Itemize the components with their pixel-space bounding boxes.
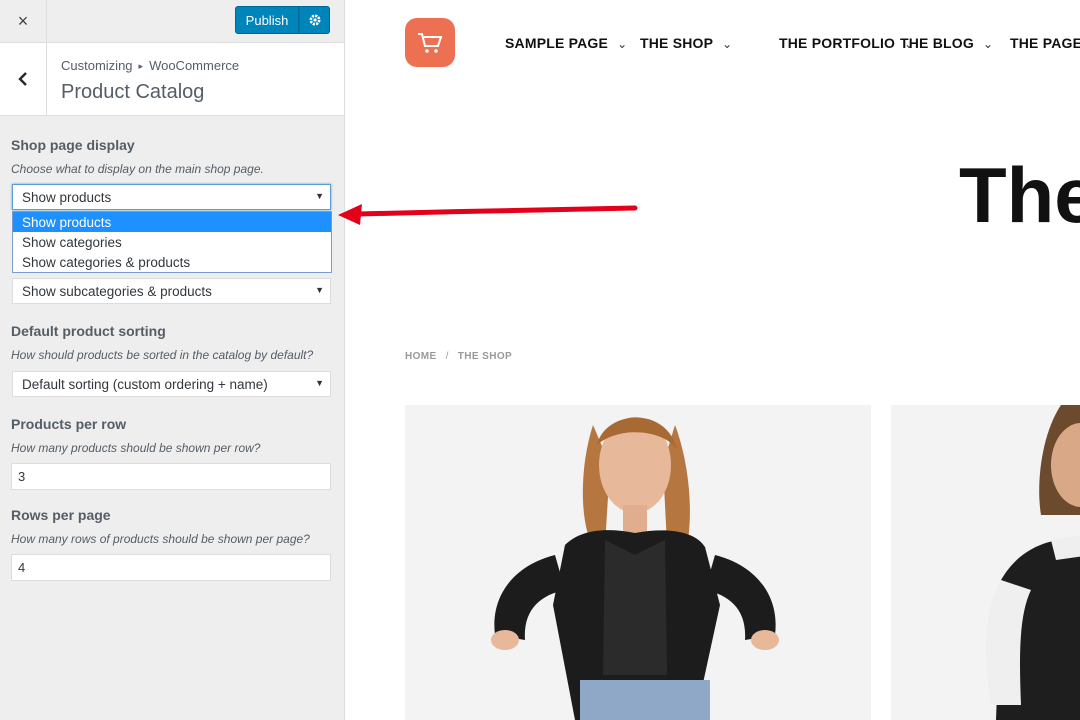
customizer-header: × Publish (0, 0, 344, 43)
nav-label: SAMPLE PAGE (505, 35, 609, 51)
product-photo (491, 417, 779, 720)
customizer-sidebar: × Publish Customizing ▸ WooCommerce Produc… (0, 0, 345, 720)
nav-the-portfolio[interactable]: THE PORTFOLIO ⌄ (779, 35, 914, 51)
breadcrumb-home[interactable]: HOME (405, 351, 437, 362)
close-icon[interactable]: × (0, 0, 47, 42)
breadcrumb-customizing: Customizing (61, 58, 133, 73)
sorting-title: Default product sorting (11, 323, 166, 339)
breadcrumb-separator-icon: ▸ (138, 61, 144, 71)
category-display-select[interactable]: Show subcategories & products ▼ (12, 278, 331, 304)
rows-per-page-description: How many rows of products should be show… (11, 532, 310, 546)
nav-label: THE PORTFOLIO (779, 35, 896, 51)
rows-per-page-input[interactable]: 4 (11, 554, 331, 581)
shop-display-value: Show products (22, 189, 112, 205)
nav-sample-page[interactable]: SAMPLE PAGE ⌄ (505, 35, 627, 51)
nav-label: THE PAGE B (1010, 35, 1080, 51)
breadcrumb: Customizing ▸ WooCommerce (61, 58, 239, 73)
sorting-value: Default sorting (custom ordering + name) (22, 376, 268, 392)
cart-icon[interactable] (405, 18, 455, 67)
chevron-down-icon: ⌄ (617, 37, 628, 51)
nav-label: THE SHOP (640, 35, 714, 51)
option-show-categories-products[interactable]: Show categories & products (13, 252, 331, 272)
nav-the-page[interactable]: THE PAGE B (1010, 35, 1080, 51)
back-arrow-icon[interactable] (0, 43, 47, 115)
per-row-description: How many products should be shown per ro… (11, 441, 261, 455)
option-show-products[interactable]: Show products (13, 212, 331, 232)
product-card[interactable] (405, 405, 871, 720)
option-show-categories[interactable]: Show categories (13, 232, 331, 252)
sorting-description: How should products be sorted in the cat… (11, 348, 314, 362)
gear-icon[interactable] (299, 6, 330, 34)
rows-per-page-title: Rows per page (11, 507, 111, 523)
nav-the-shop[interactable]: THE SHOP ⌄ (640, 35, 732, 51)
site-preview: SAMPLE PAGE ⌄ THE SHOP ⌄ THE PORTFOLIO ⌄ TH… (345, 0, 1080, 720)
chevron-down-icon: ▼ (315, 285, 324, 295)
nav-the-blog[interactable]: THE BLOG ⌄ (900, 35, 993, 51)
shop-display-description: Choose what to display on the main shop … (11, 162, 264, 176)
nav-label: THE BLOG (900, 35, 974, 51)
product-photo (985, 405, 1080, 720)
product-card[interactable] (891, 405, 1080, 720)
category-display-value: Show subcategories & products (22, 283, 212, 299)
annotation-arrow-icon (338, 204, 638, 225)
per-row-title: Products per row (11, 416, 127, 432)
chevron-down-icon: ⌄ (982, 37, 994, 51)
shop-display-title: Shop page display (11, 137, 135, 153)
sorting-select[interactable]: Default sorting (custom ordering + name)… (12, 371, 331, 397)
chevron-down-icon: ▼ (315, 378, 324, 388)
breadcrumb-woocommerce: WooCommerce (149, 58, 240, 73)
shop-display-select[interactable]: Show products ▼ (12, 184, 331, 210)
per-row-input[interactable]: 3 (11, 463, 331, 490)
publish-group: Publish (235, 6, 330, 34)
section-header: Customizing ▸ WooCommerce Product Catalog (0, 43, 344, 116)
breadcrumb-separator: / (445, 351, 449, 362)
section-title: Product Catalog (61, 81, 205, 103)
shop-breadcrumb: HOME / THE SHOP (405, 351, 512, 362)
chevron-down-icon: ⌄ (722, 37, 733, 51)
shop-display-dropdown: Show products Show categories Show categ… (12, 211, 332, 273)
chevron-down-icon: ▼ (315, 191, 324, 201)
page-title: The (959, 151, 1080, 239)
publish-button[interactable]: Publish (235, 6, 299, 34)
breadcrumb-the-shop[interactable]: THE SHOP (458, 351, 512, 362)
